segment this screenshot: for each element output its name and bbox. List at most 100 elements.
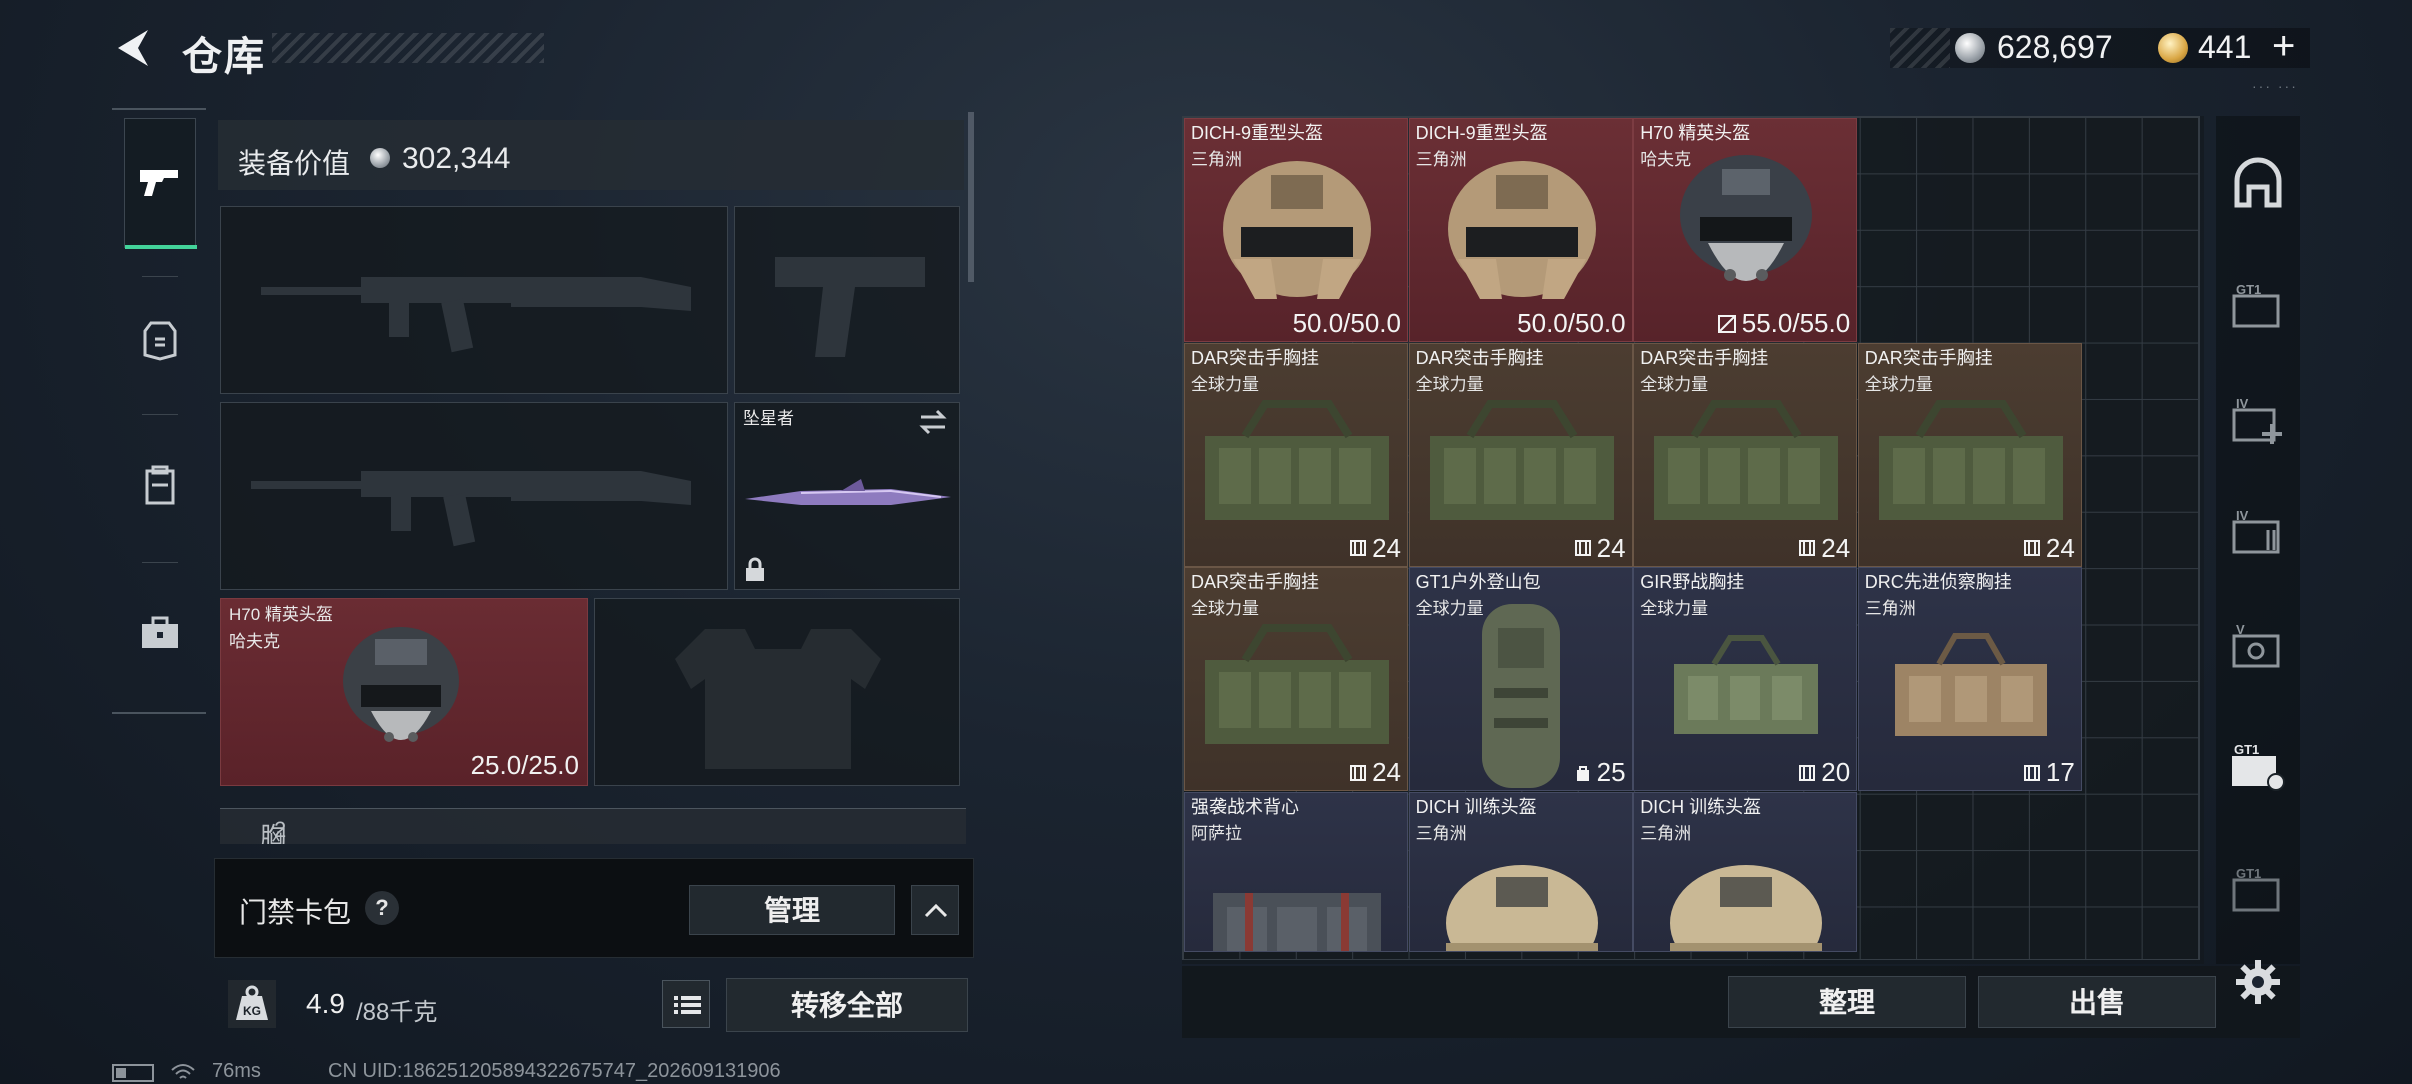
item-value-text: 24 <box>2045 532 2075 563</box>
tiny-label: ··· ··· <box>2252 78 2298 94</box>
item-value-text: 17 <box>2045 757 2075 788</box>
storage-tab-iv-plus[interactable]: IV <box>2226 390 2290 454</box>
help-icon[interactable]: ? <box>365 891 399 925</box>
melee-name: 坠星者 <box>743 409 794 428</box>
svg-text:IV: IV <box>2236 396 2249 411</box>
equipment-value: 302,344 <box>402 142 511 175</box>
capacity-icon <box>1350 764 1367 781</box>
item-value: 55.0/55.0 <box>1716 308 1850 339</box>
list-icon <box>674 996 701 1014</box>
inventory-item[interactable]: 强袭战术背心 阿萨拉 <box>1184 791 1408 952</box>
weight-max: /88千克 <box>356 999 438 1026</box>
sell-button[interactable]: 出售 <box>1978 976 2216 1028</box>
item-faction: 三角洲 <box>1864 599 1916 619</box>
inventory-item[interactable]: GT1户外登山包 全球力量 25 <box>1408 567 1633 792</box>
armor-slot[interactable] <box>594 598 960 786</box>
loadout-panel: 装备价值 302,344 坠星者 H70 精英头盔 哈夫克 25.0/25.0 … <box>212 112 980 1040</box>
silver-coin-icon <box>1955 33 1985 63</box>
item-value-text: 50.0/50.0 <box>1517 308 1626 338</box>
item-name: GIR野战胸挂 <box>1640 572 1745 593</box>
item-value-text: 24 <box>1372 532 1401 563</box>
sidearm-slot[interactable] <box>734 206 960 394</box>
item-value-text: 50.0/50.0 <box>1292 308 1401 338</box>
item-faction: 阿萨拉 <box>1191 823 1242 843</box>
helmet-slot[interactable]: H70 精英头盔 哈夫克 25.0/25.0 <box>220 598 588 786</box>
item-faction: 全球力量 <box>1415 599 1484 619</box>
add-currency-button[interactable]: + <box>2272 24 2295 69</box>
briefcase-icon <box>142 616 178 648</box>
inventory-item[interactable]: DAR突击手胸挂 全球力量 24 <box>1408 342 1633 567</box>
manage-button[interactable]: 管理 <box>689 885 895 935</box>
back-arrow-icon[interactable] <box>112 26 156 70</box>
tab-equipment[interactable] <box>124 276 196 406</box>
list-view-button[interactable] <box>662 980 710 1028</box>
swap-icon[interactable] <box>917 409 949 435</box>
uid-text: CN UID:1862512058943226757​47_2026091319… <box>328 1060 781 1082</box>
tab-backpacks[interactable] <box>124 420 196 550</box>
equipment-value-header: 装备价值 302,344 <box>218 120 964 190</box>
inventory-item[interactable]: DICH-9重型头盔 三角洲 50.0/50.0 <box>1408 118 1633 342</box>
knife-icon <box>745 479 951 505</box>
sort-button[interactable]: 整理 <box>1728 976 1966 1028</box>
tab-cases[interactable] <box>124 568 196 698</box>
scrollbar[interactable] <box>968 112 974 282</box>
storage-tabs-rail: GT1 IV IV V GT1 GT1 <box>2216 116 2300 964</box>
capacity-icon <box>2023 540 2040 557</box>
item-value: 24 <box>2022 533 2075 564</box>
storage-home-tab[interactable] <box>2226 152 2290 216</box>
storage-tab-gt1-2[interactable]: GT1 <box>2226 860 2290 924</box>
storage-tab-gt1[interactable]: GT1 <box>2226 276 2290 340</box>
inventory-item[interactable]: DRC先进侦察胸挂 三角洲 17 <box>1857 567 2082 792</box>
item-name: DICH-9重型头盔 <box>1415 123 1548 143</box>
item-value: 25 <box>1573 757 1626 788</box>
collapse-button[interactable] <box>911 885 959 935</box>
item-value: 24 <box>1573 533 1626 564</box>
svg-text:GT1: GT1 <box>2236 282 2261 297</box>
inventory-item[interactable]: DAR突击手胸挂 全球力量 24 <box>1857 342 2082 567</box>
equipment-value-label: 装备价值 <box>238 148 351 179</box>
inventory-item[interactable]: DAR突击手胸挂 全球力量 24 <box>1633 342 1858 567</box>
pistol-silhouette-icon <box>775 257 925 357</box>
item-value-text: 24 <box>1821 532 1851 563</box>
wifi-icon <box>171 1064 195 1079</box>
svg-text:IV: IV <box>2236 508 2249 523</box>
inventory-item[interactable]: DAR突击手胸挂 全球力量 24 <box>1184 567 1408 792</box>
tab-weapons[interactable] <box>124 118 197 249</box>
helmet-slot-faction: 哈夫克 <box>229 632 280 651</box>
rifle-silhouette-icon <box>251 471 691 547</box>
armor-icon <box>143 321 177 361</box>
case-icon: IV <box>2232 508 2280 554</box>
silver-currency-value: 628,697 <box>1997 29 2113 65</box>
item-name: DRC先进侦察胸挂 <box>1864 572 2012 593</box>
category-rail <box>112 108 206 714</box>
helmet-durability: 25.0/25.0 <box>470 750 579 780</box>
storage-tab-gt1-active[interactable]: GT1 <box>2226 736 2290 800</box>
item-value: 50.0/50.0 <box>1517 308 1625 339</box>
inventory-item[interactable]: H70 精英头盔 哈夫克 55.0/55.0 <box>1633 118 1858 342</box>
settings-gear-icon[interactable] <box>2234 958 2282 1006</box>
svg-text:GT1: GT1 <box>2234 742 2259 757</box>
secondary-weapon-slot[interactable] <box>220 402 728 590</box>
inventory-item[interactable]: DAR突击手胸挂 全球力量 24 <box>1184 342 1408 567</box>
item-faction: 全球力量 <box>1415 374 1484 394</box>
item-value-text: 25 <box>1596 757 1626 788</box>
inventory-item[interactable]: DICH 训练头盔 三角洲 <box>1408 791 1633 952</box>
backpack-capacity-icon <box>1576 765 1589 781</box>
header: 仓库 628,697 441 + ··· ··· <box>0 0 2412 100</box>
inventory-item[interactable]: DICH-9重型头盔 三角洲 50.0/50.0 <box>1184 118 1408 342</box>
inventory-item[interactable]: GIR野战胸挂 全球力量 20 <box>1633 567 1858 792</box>
page-title: 仓库 <box>182 35 266 79</box>
helmet-slot-name: H70 精英头盔 <box>229 605 333 624</box>
item-faction: 全球力量 <box>1191 599 1259 619</box>
item-faction: 全球力量 <box>1191 374 1259 394</box>
primary-weapon-slot[interactable] <box>220 206 728 394</box>
chest-rig-section[interactable]: 胸挂 2 <box>220 808 966 844</box>
transfer-all-button[interactable]: 转移全部 <box>726 978 968 1032</box>
melee-slot[interactable]: 坠星者 <box>734 402 960 590</box>
item-name: H70 精英头盔 <box>1640 123 1751 143</box>
chevron-up-icon <box>924 903 948 918</box>
storage-tab-iv[interactable]: IV <box>2226 502 2290 566</box>
item-value: 50.0/50.0 <box>1293 308 1401 339</box>
inventory-item[interactable]: DICH 训练头盔 三角洲 <box>1633 791 1858 952</box>
storage-tab-v[interactable]: V <box>2226 616 2290 680</box>
